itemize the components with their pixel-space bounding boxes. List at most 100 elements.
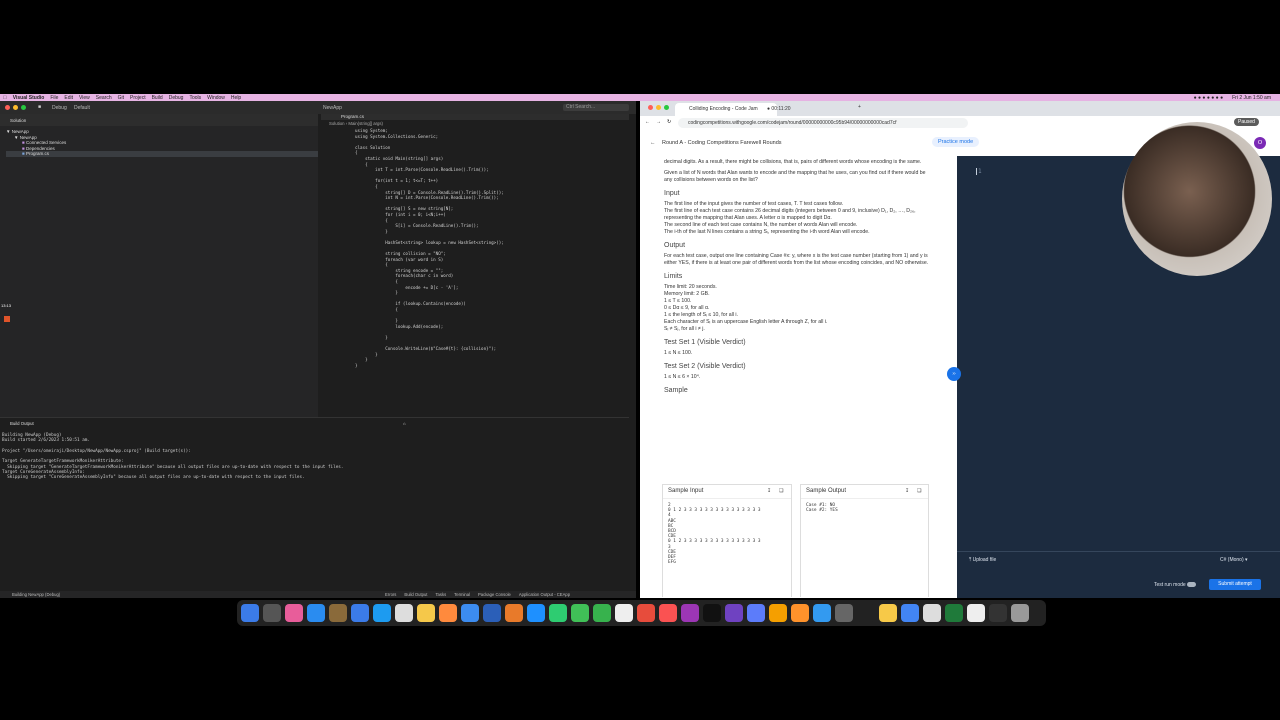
code-line[interactable]: }: [355, 363, 629, 369]
collapse-pane-icon[interactable]: ››: [947, 367, 961, 381]
apple-icon[interactable]: : [3, 95, 7, 101]
menu-edit[interactable]: Edit: [64, 95, 73, 101]
status-icons[interactable]: ● ● ● ● ● ● ●: [1194, 95, 1223, 101]
dock-app-icon[interactable]: [571, 604, 589, 622]
dock-app-icon[interactable]: [461, 604, 479, 622]
dock-app-icon[interactable]: [923, 604, 941, 622]
tab-package-console[interactable]: Package Console: [478, 592, 511, 597]
new-tab-icon[interactable]: +: [858, 104, 861, 110]
close-window-button[interactable]: [5, 105, 10, 110]
chrome-close-button[interactable]: [648, 105, 653, 110]
dock-app-icon[interactable]: [329, 604, 347, 622]
dock-app-icon[interactable]: [417, 604, 435, 622]
download-output-icon[interactable]: ↧: [905, 488, 909, 495]
dock-app-icon[interactable]: [857, 604, 875, 622]
paused-badge[interactable]: Paused: [1234, 118, 1259, 126]
dock-app-icon[interactable]: [703, 604, 721, 622]
submit-attempt-button[interactable]: Submit attempt: [1209, 579, 1261, 590]
menu-app-name[interactable]: Visual Studio: [13, 95, 45, 101]
toggle-switch[interactable]: [1187, 582, 1197, 588]
chrome-minimize-button[interactable]: [656, 105, 661, 110]
dock-app-icon[interactable]: [791, 604, 809, 622]
dock-app-icon[interactable]: [901, 604, 919, 622]
dock-app-icon[interactable]: [527, 604, 545, 622]
output-text: For each test case, output one line cont…: [664, 253, 929, 266]
dock-app-icon[interactable]: [813, 604, 831, 622]
dock-app-icon[interactable]: [835, 604, 853, 622]
address-bar[interactable]: codingcompetitions.withgoogle.com/codeja…: [678, 118, 968, 128]
menu-project[interactable]: Project: [130, 95, 146, 101]
input-line-1: The first line of the input gives the nu…: [664, 201, 844, 207]
dock-app-icon[interactable]: [681, 604, 699, 622]
avatar[interactable]: O: [1254, 137, 1266, 149]
dock-app-icon[interactable]: [241, 604, 259, 622]
tab-problem[interactable]: Colliding Encoding - Code Jam: [675, 103, 777, 116]
dock-app-icon[interactable]: [263, 604, 281, 622]
dock-app-icon[interactable]: [307, 604, 325, 622]
vs-search-input[interactable]: Ctrl Search...: [563, 104, 629, 111]
code-editor[interactable]: Program.cs Solution › Main(string[] args…: [321, 114, 629, 417]
forward-icon[interactable]: →: [656, 119, 661, 125]
record-icon[interactable]: [4, 316, 10, 322]
run-icon[interactable]: ■: [38, 104, 41, 110]
editor-line-number: 1: [978, 168, 982, 175]
dock-app-icon[interactable]: [747, 604, 765, 622]
test-run-toggle[interactable]: Test run mode: [1154, 582, 1197, 588]
test-set-2-text: 1 ≤ N ≤ 6 × 10⁴.: [664, 374, 701, 380]
tree-item-program-cs[interactable]: ■ Program.cs: [6, 151, 318, 157]
menu-window[interactable]: Window: [207, 95, 225, 101]
dock-app-icon[interactable]: [395, 604, 413, 622]
dock-app-icon[interactable]: [945, 604, 963, 622]
dock-app-icon[interactable]: [505, 604, 523, 622]
dock: [237, 600, 1046, 626]
menu-build[interactable]: Build: [152, 95, 163, 101]
dock-app-icon[interactable]: [659, 604, 677, 622]
menubar-clock[interactable]: Fri 2 Jun 1:50 am: [1232, 95, 1271, 101]
dock-app-icon[interactable]: [989, 604, 1007, 622]
solution-header: Solution: [0, 114, 318, 126]
tab-timer[interactable]: ● 00:11:20: [767, 105, 791, 113]
dock-app-icon[interactable]: [593, 604, 611, 622]
tab-application-output[interactable]: Application Output - CEApp: [519, 592, 570, 597]
dock-app-icon[interactable]: [615, 604, 633, 622]
practice-mode-chip[interactable]: Practice mode: [932, 137, 980, 147]
dock-app-icon[interactable]: [637, 604, 655, 622]
dock-app-icon[interactable]: [1011, 604, 1029, 622]
tab-tasks[interactable]: Tasks: [435, 592, 446, 597]
target-select[interactable]: Default: [74, 105, 90, 111]
menu-tools[interactable]: Tools: [189, 95, 201, 101]
menu-file[interactable]: File: [50, 95, 58, 101]
dock-app-icon[interactable]: [725, 604, 743, 622]
config-select[interactable]: Debug: [52, 105, 67, 111]
menu-git[interactable]: Git: [118, 95, 124, 101]
dock-app-icon[interactable]: [373, 604, 391, 622]
chrome-zoom-button[interactable]: [664, 105, 669, 110]
tab-build-output[interactable]: Build Output: [404, 592, 427, 597]
dock-app-icon[interactable]: [967, 604, 985, 622]
menu-search[interactable]: Search: [96, 95, 112, 101]
tab-errors[interactable]: Errors: [385, 592, 396, 597]
upload-file-button[interactable]: ⤒ Upload file: [969, 557, 996, 563]
menu-help[interactable]: Help: [231, 95, 241, 101]
copy-output-icon[interactable]: ❏: [917, 488, 922, 495]
dock-app-icon[interactable]: [285, 604, 303, 622]
tab-terminal[interactable]: Terminal: [454, 592, 470, 597]
back-icon[interactable]: ←: [645, 119, 650, 125]
reload-icon[interactable]: ↻: [667, 119, 671, 125]
menu-debug[interactable]: Debug: [169, 95, 184, 101]
dock-app-icon[interactable]: [439, 604, 457, 622]
dock-app-icon[interactable]: [549, 604, 567, 622]
menu-view[interactable]: View: [79, 95, 90, 101]
language-select[interactable]: C# (Mono) ▾: [1220, 557, 1248, 563]
copy-input-icon[interactable]: ❏: [779, 488, 784, 495]
dock-app-icon[interactable]: [879, 604, 897, 622]
minimize-window-button[interactable]: [13, 105, 18, 110]
dock-app-icon[interactable]: [351, 604, 369, 622]
zoom-window-button[interactable]: [21, 105, 26, 110]
sample-heading: Sample: [664, 387, 688, 394]
back-arrow-icon[interactable]: ←: [650, 140, 656, 146]
download-input-icon[interactable]: ↧: [767, 488, 771, 495]
limit-memory: Memory limit: 2 GB.: [664, 291, 710, 297]
dock-app-icon[interactable]: [483, 604, 501, 622]
dock-app-icon[interactable]: [769, 604, 787, 622]
